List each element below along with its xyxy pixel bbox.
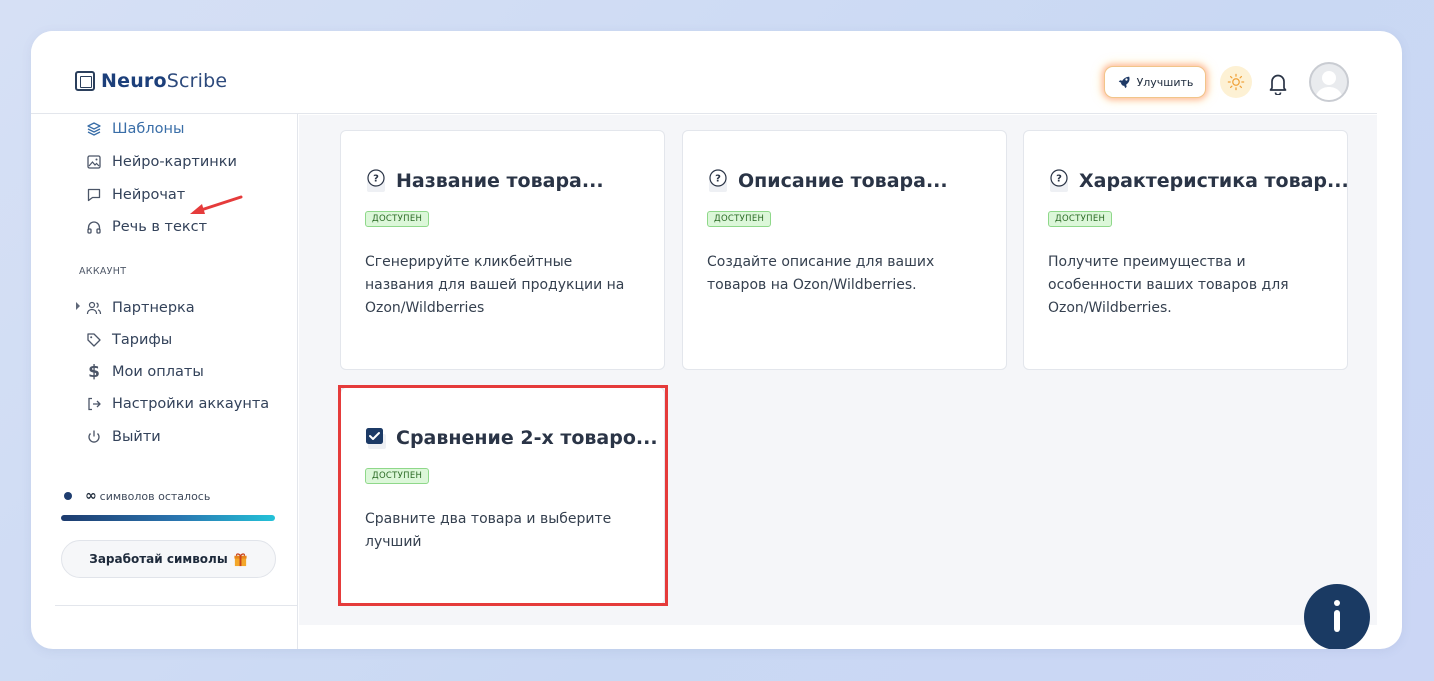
headphones-icon [86,219,102,235]
question-note-icon: ? [365,169,387,193]
template-card-product-title[interactable]: ? Название товара... ДОСТУПЕН Сгенерируй… [340,130,665,370]
upgrade-button[interactable]: Улучшить [1104,66,1206,98]
card-description: Создайте описание для ваших товаров на O… [707,254,935,293]
status-badge: ДОСТУПЕН [365,211,430,227]
rocket-icon [1118,76,1130,89]
logo-text-bold: Neuro [101,70,167,92]
question-note-icon: ? [707,169,729,193]
symbols-progress-fill [61,515,275,521]
card-title: Сравнение 2-х товаро... [365,426,658,450]
dollar-icon: $ [88,362,100,382]
card-title: ? Название товара... [365,169,604,193]
top-header: NeuroScribe Улучшить [31,31,1377,114]
image-icon [86,154,102,170]
checkbox-note-icon [365,426,387,450]
expand-caret-icon[interactable] [76,302,80,310]
card-title-text: Описание товара... [738,170,948,192]
svg-text:?: ? [373,174,379,185]
logo-text: NeuroScribe [101,70,227,92]
symbols-label: символов осталось [99,489,211,503]
bell-icon[interactable] [1267,71,1289,95]
status-badge: ДОСТУПЕН [365,468,430,484]
status-badge: ДОСТУПЕН [1048,211,1113,227]
templates-grid: ? Название товара... ДОСТУПЕН Сгенерируй… [299,115,1377,625]
logo-text-light: Scribe [166,70,228,92]
symbols-remaining: ∞ символов осталось [64,488,210,504]
status-dot [64,492,72,500]
sidebar-item-speech-to-text[interactable]: Речь в текст [86,216,207,238]
sidebar-divider [55,605,298,606]
sidebar-item-logout[interactable]: Выйти [86,426,161,448]
sidebar-item-neurochat[interactable]: Нейрочат [86,184,185,206]
users-icon [86,300,102,316]
help-chat-button[interactable] [1304,584,1370,649]
sidebar-item-payments[interactable]: $ Мои оплаты [86,361,204,383]
sidebar-item-label: Мои оплаты [112,364,204,380]
infinity-symbol: ∞ [85,488,97,504]
power-icon [86,429,102,445]
card-description: Сгенерируйте кликбейтные названия для ва… [365,254,625,316]
sun-icon [1227,73,1245,91]
question-note-icon: ? [1048,169,1070,193]
card-title-text: Название товара... [396,170,604,192]
earn-symbols-button[interactable]: Заработай символы [61,540,276,578]
sidebar-item-neuro-images[interactable]: Нейро-картинки [86,151,237,173]
template-card-product-comparison[interactable]: Сравнение 2-х товаро... ДОСТУПЕН Сравнит… [340,387,665,605]
earn-symbols-label: Заработай символы [89,552,228,566]
red-arrow-annotation [190,195,243,214]
login-icon [86,396,102,412]
sidebar-item-label: Нейро-картинки [112,154,237,170]
avatar[interactable] [1309,62,1349,102]
template-card-product-description[interactable]: ? Описание товара... ДОСТУПЕН Создайте о… [682,130,1007,370]
info-icon-dot [1334,600,1340,606]
user-avatar-icon [1315,71,1343,100]
app-window: NeuroScribe Улучшить Шаблоны Нейро-карти… [31,31,1402,649]
sidebar-item-label: Выйти [112,429,161,445]
sidebar-item-label: Шаблоны [112,121,185,137]
template-card-product-features[interactable]: ? Характеристика товар... ДОСТУПЕН Получ… [1023,130,1349,370]
sidebar-item-label: Речь в текст [112,219,208,235]
layers-icon [86,121,102,137]
theme-toggle-button[interactable] [1220,66,1252,98]
sidebar-item-account-settings[interactable]: Настройки аккаунта [86,393,269,415]
info-icon-bar [1334,610,1340,632]
sidebar-item-label: Тарифы [112,332,173,348]
card-title: ? Характеристика товар... [1048,169,1349,193]
svg-text:?: ? [715,174,721,185]
sidebar-item-partners[interactable]: Партнерка [86,297,195,319]
gift-icon [234,552,247,566]
card-title: ? Описание товара... [707,169,948,193]
logo-icon [75,71,95,91]
card-description: Сравните два товара и выберите лучший [365,511,612,550]
sidebar-item-label: Партнерка [112,300,195,316]
card-title-text: Характеристика товар... [1079,170,1349,192]
sidebar: Шаблоны Нейро-картинки Нейрочат Речь в т… [31,114,298,649]
svg-text:?: ? [1056,174,1062,185]
tag-icon [86,332,102,348]
sidebar-item-label: Настройки аккаунта [112,396,270,412]
sidebar-item-label: Нейрочат [112,187,186,203]
sidebar-item-templates[interactable]: Шаблоны [86,118,184,140]
symbols-progress-bar [61,515,275,521]
card-title-text: Сравнение 2-х товаро... [396,427,658,449]
upgrade-label: Улучшить [1136,75,1194,89]
logo[interactable]: NeuroScribe [75,69,227,93]
card-description: Получите преимущества и особенности ваши… [1048,254,1289,316]
sidebar-item-tariffs[interactable]: Тарифы [86,329,172,351]
section-label-account: АККАУНТ [79,266,127,277]
chat-icon [86,187,102,203]
status-badge: ДОСТУПЕН [707,211,772,227]
